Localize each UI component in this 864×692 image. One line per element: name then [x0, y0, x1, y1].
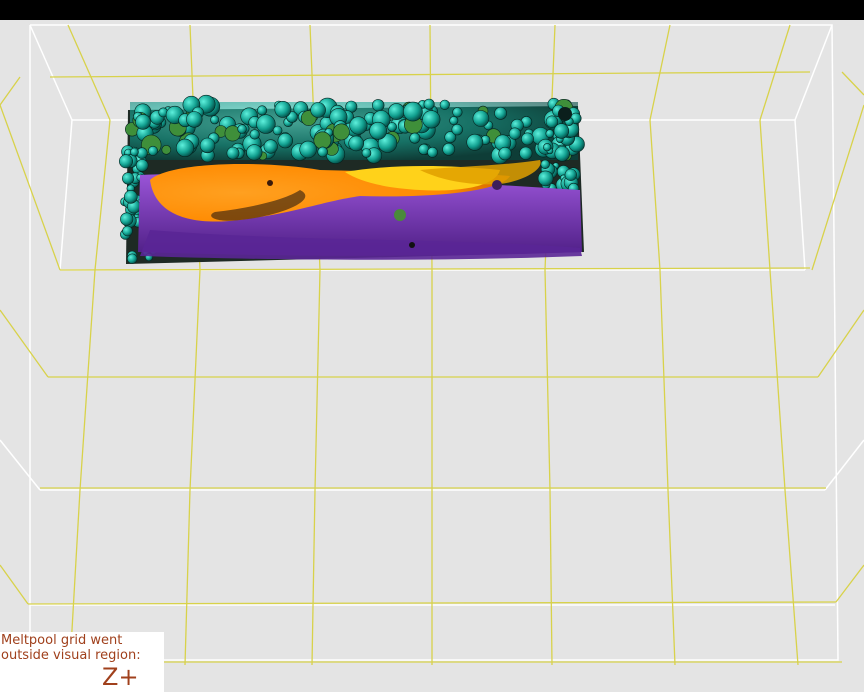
3d-viewport[interactable]: [0, 20, 864, 692]
top-bar: [0, 0, 864, 20]
meltpool-warning-text: Meltpool grid went outside visual region…: [1, 633, 141, 663]
axis-direction-label: Z+: [102, 663, 139, 691]
meltpool-visualization: [119, 94, 585, 264]
scene-canvas: [0, 24, 864, 666]
